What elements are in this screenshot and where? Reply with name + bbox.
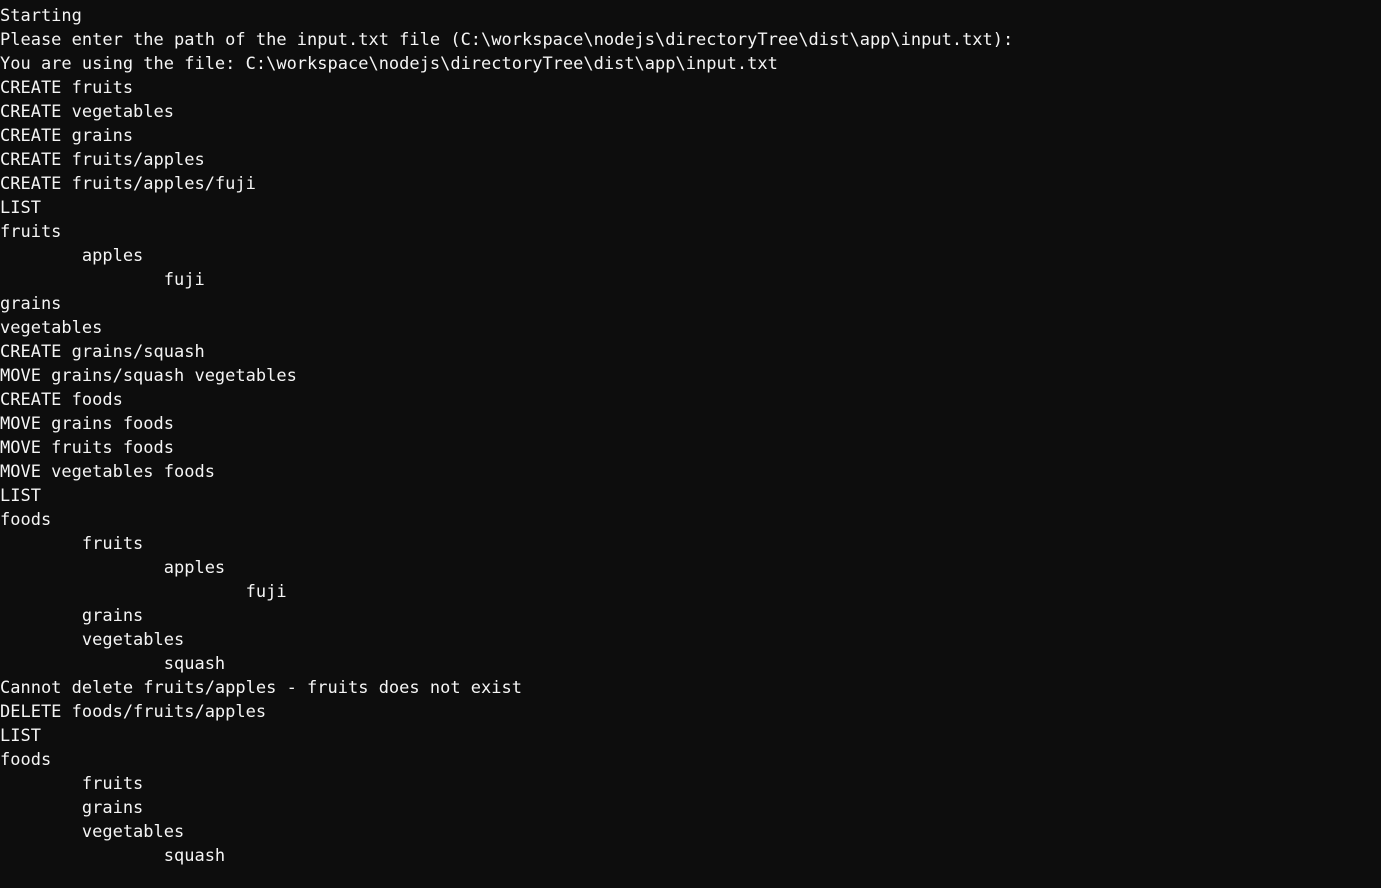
terminal-line: MOVE fruits foods bbox=[0, 438, 174, 458]
terminal-line: foods bbox=[0, 750, 52, 770]
terminal-line: vegetables bbox=[0, 318, 103, 338]
terminal-line: CREATE grains/squash bbox=[0, 342, 205, 362]
terminal-line: grains bbox=[0, 294, 62, 314]
terminal-line: CREATE vegetables bbox=[0, 102, 174, 122]
terminal-line: grains bbox=[0, 798, 144, 818]
terminal-line: LIST bbox=[0, 726, 41, 746]
terminal-line: fruits bbox=[0, 774, 144, 794]
terminal-line: MOVE grains foods bbox=[0, 414, 174, 434]
terminal-line: You are using the file: C:\workspace\nod… bbox=[0, 54, 778, 74]
terminal-line: fuji bbox=[0, 582, 287, 602]
terminal-line: CREATE fruits bbox=[0, 78, 134, 98]
terminal-line: CREATE fruits/apples bbox=[0, 150, 205, 170]
terminal-line: LIST bbox=[0, 198, 41, 218]
terminal-line: foods bbox=[0, 510, 52, 530]
terminal-line: fuji bbox=[0, 270, 205, 290]
terminal-line: apples bbox=[0, 558, 226, 578]
terminal-line: apples bbox=[0, 246, 144, 266]
terminal-line: grains bbox=[0, 606, 144, 626]
terminal-line: squash bbox=[0, 846, 226, 866]
terminal-line: MOVE grains/squash vegetables bbox=[0, 366, 297, 386]
terminal-line: Starting bbox=[0, 6, 82, 26]
terminal-line: squash bbox=[0, 654, 226, 674]
terminal-line: Please enter the path of the input.txt f… bbox=[0, 30, 1014, 50]
terminal-line: CREATE fruits/apples/fuji bbox=[0, 174, 256, 194]
terminal-line: DELETE foods/fruits/apples bbox=[0, 702, 267, 722]
terminal-line: fruits bbox=[0, 534, 144, 554]
terminal-line: Cannot delete fruits/apples - fruits doe… bbox=[0, 678, 522, 698]
terminal-line: LIST bbox=[0, 486, 41, 506]
terminal-output[interactable]: Starting Please enter the path of the inp… bbox=[0, 0, 1381, 888]
terminal-line: fruits bbox=[0, 222, 62, 242]
terminal-line: CREATE foods bbox=[0, 390, 123, 410]
terminal-line: vegetables bbox=[0, 630, 185, 650]
terminal-line: MOVE vegetables foods bbox=[0, 462, 215, 482]
terminal-line: CREATE grains bbox=[0, 126, 134, 146]
terminal-line: vegetables bbox=[0, 822, 185, 842]
